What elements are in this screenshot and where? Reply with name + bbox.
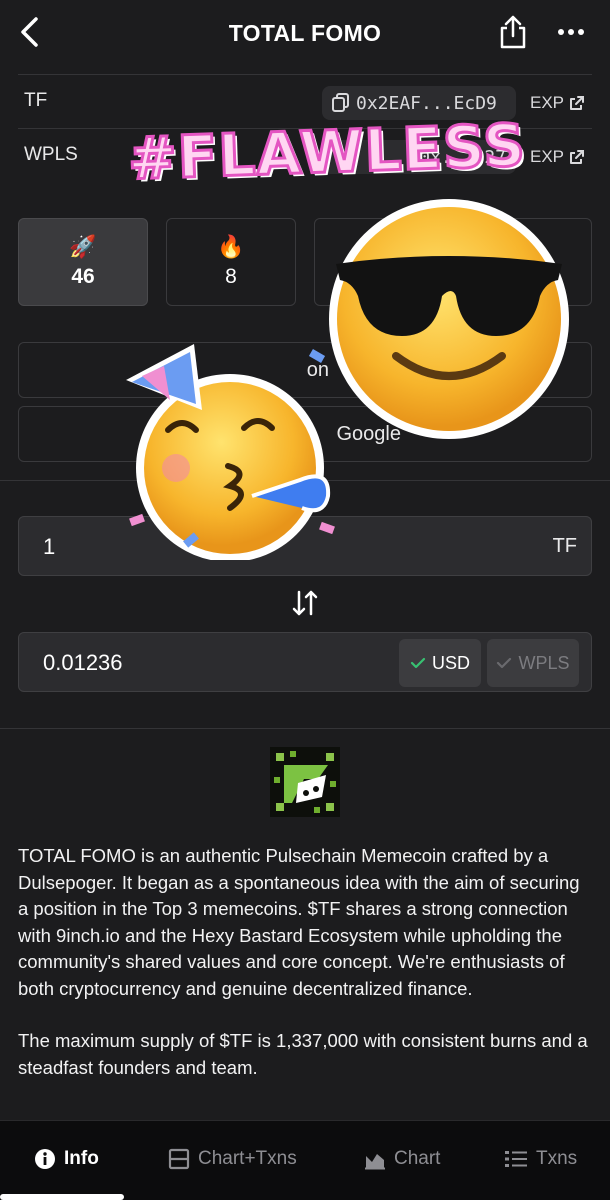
chevron-left-icon[interactable] (14, 14, 48, 50)
to-amount-input[interactable]: 0.01236 USD WPLS (18, 632, 592, 692)
bottom-tab-bar: Info Chart+Txns Chart Txns (0, 1120, 610, 1200)
tab-label: Txns (536, 1148, 578, 1169)
token-description: TOTAL FOMO is an authentic Pulsechain Me… (18, 843, 592, 1081)
tab-info[interactable]: Info (34, 1148, 99, 1170)
sunglasses-emoji-sticker (329, 199, 569, 439)
tab-chart-txns[interactable]: Chart+Txns (168, 1148, 297, 1170)
address-text: 0x2EAF...EcD9 (356, 92, 497, 114)
description-paragraph: The maximum supply of $TF is 1,337,000 w… (18, 1030, 588, 1078)
explorer-label: EXP (530, 147, 565, 166)
reaction-rocket-button[interactable]: 🚀 46 (18, 218, 148, 306)
from-unit-label: TF (552, 535, 577, 557)
split-view-icon (168, 1148, 190, 1170)
description-paragraph: TOTAL FOMO is an authentic Pulsechain Me… (18, 845, 580, 999)
flawless-sticker: #FLAWLESS (125, 110, 528, 195)
explorer-link[interactable]: EXP (530, 93, 585, 113)
copy-icon (332, 93, 349, 112)
reaction-fire-button[interactable]: 🔥 8 (166, 218, 296, 306)
home-indicator (0, 1194, 124, 1200)
explorer-link[interactable]: EXP (530, 147, 585, 167)
page-title: TOTAL FOMO (228, 19, 382, 46)
tab-chart[interactable]: Chart (364, 1148, 440, 1170)
tab-label: Chart (394, 1148, 441, 1169)
reaction-count: 8 (225, 265, 237, 288)
token-label: WPLS (24, 144, 78, 165)
wpls-toggle[interactable]: WPLS (487, 639, 579, 687)
more-dots-icon[interactable] (556, 20, 586, 44)
rocket-icon: 🚀 (69, 234, 97, 259)
tab-label: Info (64, 1148, 99, 1169)
fire-icon: 🔥 (217, 234, 245, 259)
list-icon (505, 1151, 527, 1167)
tab-txns[interactable]: Txns (504, 1148, 577, 1170)
share-icon[interactable] (496, 14, 530, 50)
external-link-icon (570, 150, 585, 164)
info-icon (35, 1149, 55, 1169)
usd-toggle[interactable]: USD (399, 639, 481, 687)
divider (0, 728, 610, 729)
check-icon (497, 657, 512, 669)
external-link-icon (570, 96, 585, 110)
reaction-count: 46 (71, 265, 95, 288)
header-bar: TOTAL FOMO (0, 0, 610, 66)
from-amount-value: 1 (43, 534, 56, 559)
swap-arrows-icon[interactable] (290, 588, 320, 618)
tab-label: Chart+Txns (198, 1148, 297, 1169)
wpls-label: WPLS (518, 652, 570, 673)
area-chart-icon (365, 1154, 385, 1170)
to-amount-value: 0.01236 (43, 650, 123, 675)
party-emoji-sticker (126, 344, 335, 560)
token-logo (270, 747, 340, 817)
explorer-label: EXP (530, 93, 565, 112)
token-label: TF (24, 90, 48, 111)
divider (18, 74, 592, 75)
check-icon (410, 657, 426, 669)
usd-label: USD (431, 652, 470, 673)
